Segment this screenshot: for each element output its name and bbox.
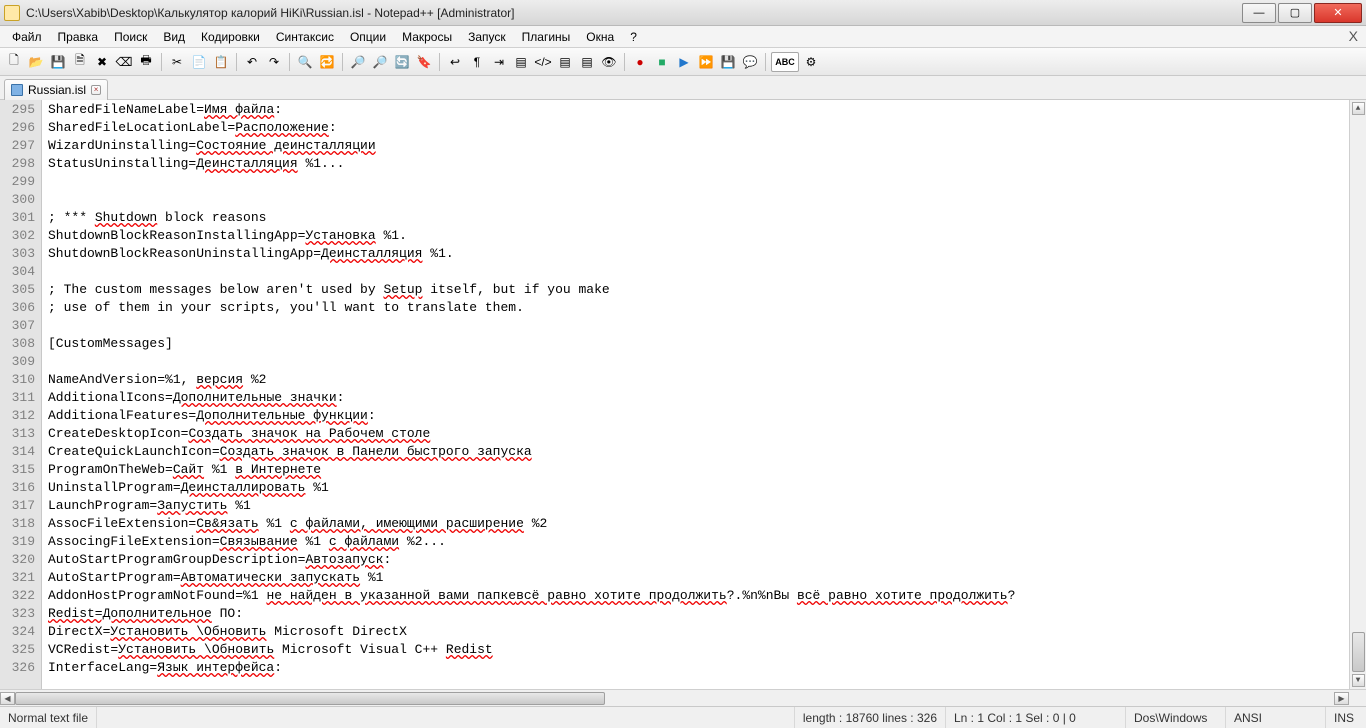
monitor-icon[interactable]: 👁: [599, 52, 619, 72]
function-list-icon[interactable]: ▤: [577, 52, 597, 72]
app-icon: [4, 5, 20, 21]
menu-bar: Файл Правка Поиск Вид Кодировки Синтакси…: [0, 26, 1366, 48]
toolbar-separator: [236, 53, 237, 71]
tab-russian-isl[interactable]: Russian.isl ×: [4, 79, 108, 100]
macro-play-multi-icon[interactable]: ⏩: [696, 52, 716, 72]
indent-guide-icon[interactable]: ⇥: [489, 52, 509, 72]
tab-label: Russian.isl: [28, 83, 86, 97]
zoom-in-icon[interactable]: 🔎: [348, 52, 368, 72]
fold-icon[interactable]: ▤: [511, 52, 531, 72]
status-filetype: Normal text file: [0, 707, 97, 728]
status-length: length : 18760 lines : 326: [795, 707, 946, 728]
menu-syntax[interactable]: Синтаксис: [268, 28, 342, 46]
menu-edit[interactable]: Правка: [50, 28, 107, 46]
maximize-button[interactable]: ▢: [1278, 3, 1312, 23]
close-all-icon[interactable]: ⌫: [114, 52, 134, 72]
scroll-thumb[interactable]: [1352, 632, 1365, 672]
paste-icon[interactable]: 📋: [211, 52, 231, 72]
minimize-button[interactable]: —: [1242, 3, 1276, 23]
toolbar-separator: [161, 53, 162, 71]
code-editor[interactable]: SharedFileNameLabel=Имя файла:SharedFile…: [42, 100, 1349, 689]
scroll-left-icon[interactable]: ◀: [0, 692, 15, 705]
wordwrap-icon[interactable]: ↩: [445, 52, 465, 72]
vertical-scrollbar[interactable]: ▲ ▼: [1349, 100, 1366, 689]
status-insert-mode: INS: [1326, 707, 1366, 728]
replace-icon[interactable]: 🔁: [317, 52, 337, 72]
status-position: Ln : 1 Col : 1 Sel : 0 | 0: [946, 707, 1126, 728]
scroll-thumb[interactable]: [15, 692, 605, 705]
new-file-icon[interactable]: 🗋: [4, 52, 24, 72]
redo-icon[interactable]: ↷: [264, 52, 284, 72]
menu-encoding[interactable]: Кодировки: [193, 28, 268, 46]
status-eol: Dos\Windows: [1126, 707, 1226, 728]
title-bar: C:\Users\Xabib\Desktop\Калькулятор калор…: [0, 0, 1366, 26]
toolbar-separator: [289, 53, 290, 71]
menu-windows[interactable]: Окна: [578, 28, 622, 46]
language-icon[interactable]: </>: [533, 52, 553, 72]
menu-run[interactable]: Запуск: [460, 28, 514, 46]
scroll-up-icon[interactable]: ▲: [1352, 102, 1365, 115]
toolbar-separator: [439, 53, 440, 71]
menu-view[interactable]: Вид: [155, 28, 193, 46]
cut-icon[interactable]: ✂: [167, 52, 187, 72]
show-all-chars-icon[interactable]: ¶: [467, 52, 487, 72]
sync-icon[interactable]: 🔄: [392, 52, 412, 72]
macro-play-icon[interactable]: ▶: [674, 52, 694, 72]
zoom-out-icon[interactable]: 🔎: [370, 52, 390, 72]
bookmark-icon[interactable]: 🔖: [414, 52, 434, 72]
save-all-icon[interactable]: 🗎: [70, 52, 90, 72]
doc-map-icon[interactable]: ▤: [555, 52, 575, 72]
print-icon[interactable]: 🖶: [136, 52, 156, 72]
status-encoding: ANSI: [1226, 707, 1326, 728]
spellcheck-icon[interactable]: ABC: [771, 52, 799, 72]
find-icon[interactable]: 🔍: [295, 52, 315, 72]
open-file-icon[interactable]: 📂: [26, 52, 46, 72]
tab-bar: Russian.isl ×: [0, 76, 1366, 100]
scroll-right-icon[interactable]: ▶: [1334, 692, 1349, 705]
window-title: C:\Users\Xabib\Desktop\Калькулятор калор…: [26, 6, 1242, 20]
menu-plugins[interactable]: Плагины: [514, 28, 579, 46]
menu-help[interactable]: ?: [622, 28, 645, 46]
menu-macros[interactable]: Макросы: [394, 28, 460, 46]
toolbar: 🗋 📂 💾 🗎 ✖ ⌫ 🖶 ✂ 📄 📋 ↶ ↷ 🔍 🔁 🔎 🔎 🔄 🔖 ↩ ¶ …: [0, 48, 1366, 76]
editor-area: 2952962972982993003013023033043053063073…: [0, 100, 1366, 706]
menu-file[interactable]: Файл: [4, 28, 50, 46]
menu-search[interactable]: Поиск: [106, 28, 155, 46]
close-button[interactable]: ✕: [1314, 3, 1362, 23]
macro-record-icon[interactable]: ●: [630, 52, 650, 72]
menu-options[interactable]: Опции: [342, 28, 394, 46]
horizontal-scrollbar[interactable]: ◀ ▶: [0, 689, 1366, 706]
status-bar: Normal text file length : 18760 lines : …: [0, 706, 1366, 728]
save-icon[interactable]: 💾: [48, 52, 68, 72]
tab-close-icon[interactable]: ×: [91, 85, 101, 95]
mdi-close-icon[interactable]: X: [1349, 28, 1358, 44]
toolbar-separator: [342, 53, 343, 71]
settings-icon[interactable]: ⚙: [801, 52, 821, 72]
macro-stop-icon[interactable]: ■: [652, 52, 672, 72]
macro-save-icon[interactable]: 💾: [718, 52, 738, 72]
copy-icon[interactable]: 📄: [189, 52, 209, 72]
close-file-icon[interactable]: ✖: [92, 52, 112, 72]
scroll-down-icon[interactable]: ▼: [1352, 674, 1365, 687]
comment-icon[interactable]: 💬: [740, 52, 760, 72]
toolbar-separator: [624, 53, 625, 71]
file-icon: [11, 84, 23, 96]
toolbar-separator: [765, 53, 766, 71]
line-number-gutter: 2952962972982993003013023033043053063073…: [0, 100, 42, 689]
undo-icon[interactable]: ↶: [242, 52, 262, 72]
